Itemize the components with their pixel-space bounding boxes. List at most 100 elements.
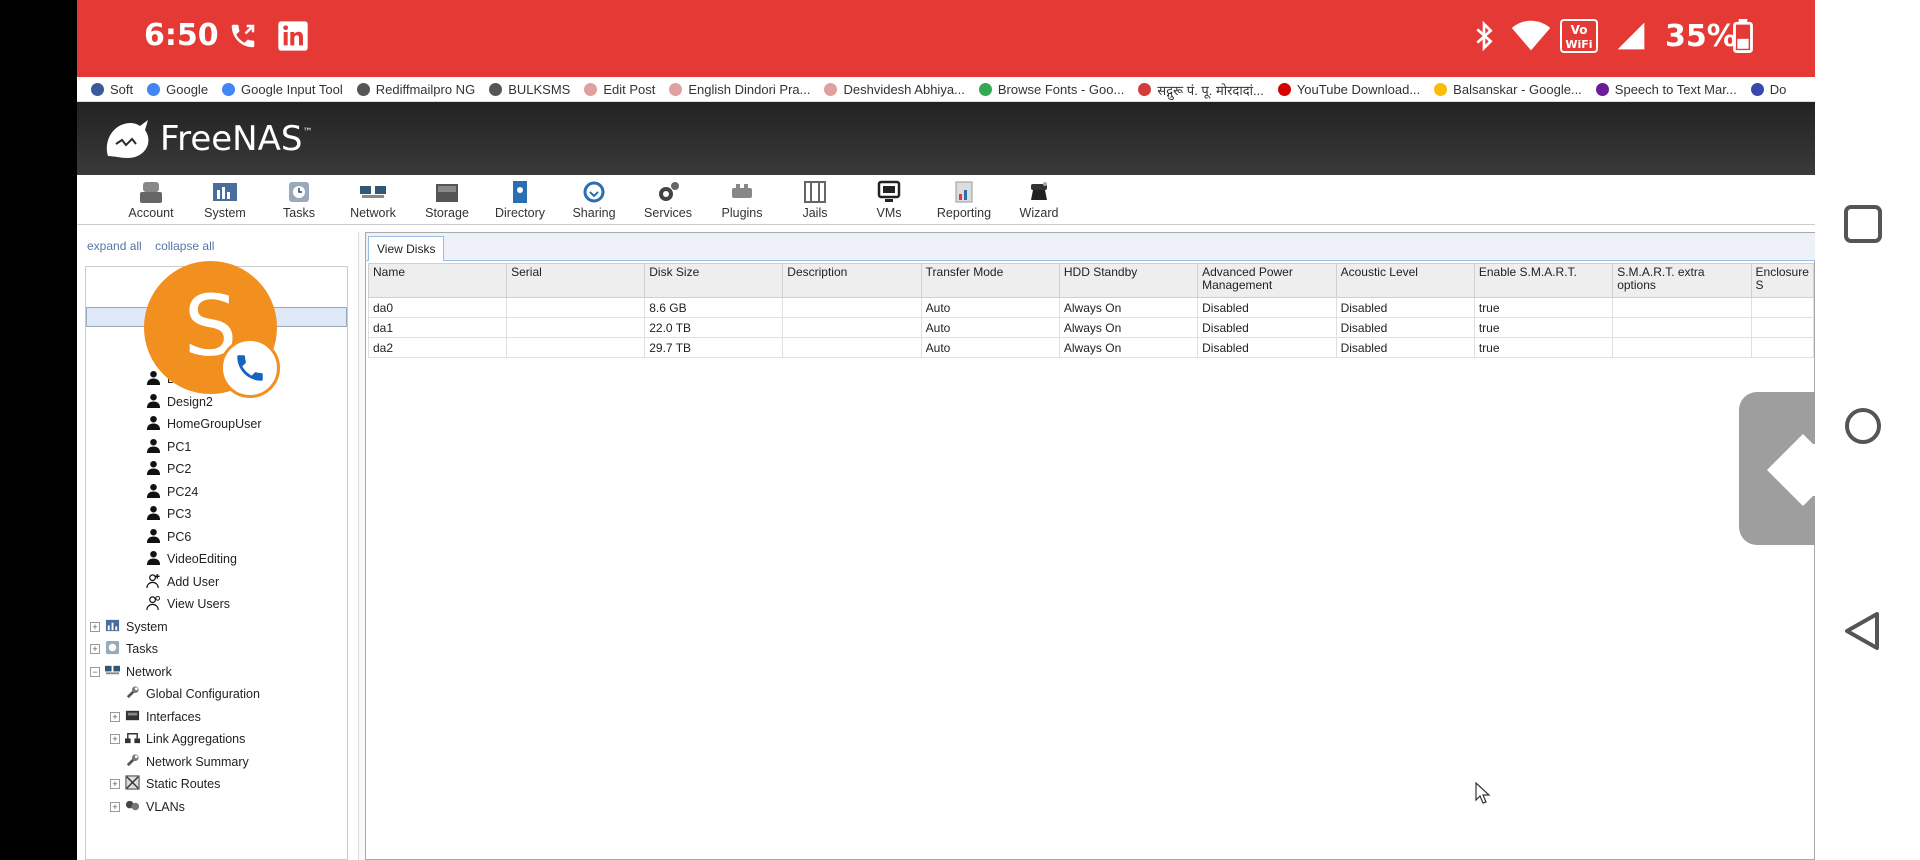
toolbar-vms-button[interactable]: VMs xyxy=(852,180,926,220)
back-icon[interactable] xyxy=(1841,610,1883,652)
tree-item-tasks[interactable]: + Tasks xyxy=(90,639,158,659)
table-cell xyxy=(782,337,922,358)
toolbar-sharing-button[interactable]: Sharing xyxy=(557,180,631,220)
bookmark-item[interactable]: Do xyxy=(1750,77,1786,101)
bookmark-item[interactable]: Deshvidesh Abhiya... xyxy=(824,77,965,101)
toolbar-plugins-button[interactable]: Plugins xyxy=(705,180,779,220)
tree-item-user[interactable]: HomeGroupUser xyxy=(146,414,261,434)
toolbar-network-button[interactable]: Network xyxy=(336,180,410,220)
toolbar-wizard-button[interactable]: Wizard xyxy=(1002,180,1076,220)
table-row[interactable]: da2 29.7 TB Auto Always On Disabled Disabled t… xyxy=(367,337,1815,358)
table-row[interactable]: da0 8.6 GB Auto Always On Disabled Disabled tr… xyxy=(367,297,1815,318)
expand-icon[interactable]: + xyxy=(90,644,100,654)
expand-icon[interactable]: + xyxy=(110,779,120,789)
toolbar-directory-button[interactable]: Directory xyxy=(483,180,557,220)
tree-item-user[interactable]: PC3 xyxy=(146,504,191,524)
tree-item-add-user[interactable]: Add User xyxy=(146,572,219,592)
table-cell xyxy=(1612,317,1752,338)
toolbar-reporting-button[interactable]: Reporting xyxy=(927,180,1001,220)
network-icon xyxy=(360,186,386,198)
call-badge-icon[interactable] xyxy=(220,338,280,398)
tree-label: Interfaces xyxy=(146,709,201,724)
bookmark-item[interactable]: Balsanskar - Google... xyxy=(1434,77,1582,101)
toolbar-storage-button[interactable]: Storage xyxy=(410,180,484,220)
column-header[interactable]: Enclosure S xyxy=(1750,263,1815,298)
toolbar-system-button[interactable]: System xyxy=(188,180,262,220)
toolbar-services-button[interactable]: Services xyxy=(631,180,705,220)
tree-label: PC1 xyxy=(167,439,192,454)
bookmark-item[interactable]: Google xyxy=(147,77,209,101)
freenas-shark-icon xyxy=(106,120,149,158)
bookmark-item[interactable]: Rediffmailpro NG xyxy=(356,77,475,101)
expand-icon[interactable]: + xyxy=(110,734,120,744)
bookmark-item[interactable]: Soft xyxy=(91,77,133,101)
recent-apps-icon[interactable] xyxy=(1843,204,1883,244)
sharing-icon xyxy=(583,181,605,203)
expand-icon[interactable]: + xyxy=(110,711,120,722)
bookmark-favicon-icon xyxy=(356,83,370,96)
tree-item-user[interactable]: PC1 xyxy=(146,437,191,457)
column-header[interactable]: Enable S.M.A.R.T. xyxy=(1473,263,1614,298)
account-icon xyxy=(140,182,162,203)
anydesk-floating-button[interactable] xyxy=(1739,392,1815,545)
bookmark-label: Edit Post xyxy=(603,82,656,97)
tree-item-network-child[interactable]: + Static Routes xyxy=(110,774,220,794)
bookmark-item[interactable]: BULKSMS xyxy=(489,77,570,101)
bookmark-item[interactable]: YouTube Download... xyxy=(1277,77,1420,101)
expand-icon[interactable]: + xyxy=(110,801,120,812)
freenas-logo: FreeNAS ™ xyxy=(102,116,312,162)
column-header[interactable]: Serial xyxy=(506,263,646,298)
expand-all-link[interactable]: expand all xyxy=(87,239,142,253)
tree-item-user[interactable]: PC6 xyxy=(146,527,191,547)
android-nav-bar xyxy=(1815,0,1920,860)
collapse-all-link[interactable]: collapse all xyxy=(155,239,214,253)
column-header[interactable]: Acoustic Level xyxy=(1335,263,1475,298)
bookmark-item[interactable]: Browse Fonts - Goo... xyxy=(978,77,1124,101)
column-header[interactable]: Transfer Mode xyxy=(920,263,1060,298)
bookmark-favicon-icon xyxy=(489,83,503,96)
collapse-icon[interactable]: − xyxy=(90,666,100,677)
bookmark-item[interactable]: Edit Post xyxy=(584,77,656,101)
tree-item-view-users[interactable]: View Users xyxy=(146,594,230,614)
wrench-icon xyxy=(125,753,146,771)
tree-item-network-child[interactable]: Global Configuration xyxy=(110,684,260,704)
user-icon xyxy=(146,528,167,546)
table-row[interactable]: da1 22.0 TB Auto Always On Disabled Disabled t… xyxy=(367,317,1815,338)
column-header[interactable]: S.M.A.R.T. extra options xyxy=(1612,263,1752,298)
panel-splitter[interactable] xyxy=(358,232,365,860)
tree-item-network-child[interactable]: + Interfaces xyxy=(110,707,201,727)
bookmark-item[interactable]: सद्गुरू पं. पू. मोरदादां... xyxy=(1138,77,1264,101)
tree-item-network-child[interactable]: + Link Aggregations xyxy=(110,729,245,749)
expand-icon[interactable]: + xyxy=(90,621,100,632)
column-header[interactable]: Name xyxy=(367,263,508,298)
tree-item-network-child[interactable]: + VLANs xyxy=(110,797,185,817)
static-routes-icon xyxy=(125,775,146,793)
table-cell: Disabled xyxy=(1335,297,1475,318)
tree-label: HomeGroupUser xyxy=(167,417,262,431)
tree-item-user[interactable]: PC2 xyxy=(146,459,191,479)
tree-item-user[interactable]: Design2 xyxy=(146,392,213,412)
column-header[interactable]: Advanced Power Management xyxy=(1197,263,1337,298)
bookmark-item[interactable]: Google Input Tool xyxy=(222,77,343,101)
home-icon[interactable] xyxy=(1843,406,1883,446)
toolbar-tasks-button[interactable]: Tasks xyxy=(262,180,336,220)
column-header[interactable]: Description xyxy=(782,263,922,298)
tree-item-user[interactable]: VideoEditing xyxy=(146,549,237,569)
bookmark-item[interactable]: Speech to Text Mar... xyxy=(1595,77,1737,101)
bookmark-item[interactable]: English Dindori Pra... xyxy=(669,77,810,101)
table-cell: Disabled xyxy=(1335,317,1475,338)
tree-item-user[interactable]: PC24 xyxy=(146,482,198,502)
toolbar-jails-button[interactable]: Jails xyxy=(778,180,852,220)
bookmark-label: Google xyxy=(166,82,209,97)
status-bar: 6:50 Vo WiFi 35% xyxy=(77,0,1815,77)
tree-item-network[interactable]: − Network xyxy=(90,662,172,682)
wrench-icon xyxy=(125,685,146,703)
tree-item-network-child[interactable]: Network Summary xyxy=(110,752,249,772)
toolbar-account-button[interactable]: Account xyxy=(114,180,188,220)
column-header[interactable]: Disk Size xyxy=(644,263,784,298)
bookmark-favicon-icon xyxy=(1434,83,1448,96)
tree-item-system[interactable]: + System xyxy=(90,617,168,637)
column-header[interactable]: HDD Standby xyxy=(1058,263,1199,298)
tab-view-disks[interactable]: View Disks xyxy=(368,236,445,261)
bookmark-favicon-icon xyxy=(1138,83,1152,96)
